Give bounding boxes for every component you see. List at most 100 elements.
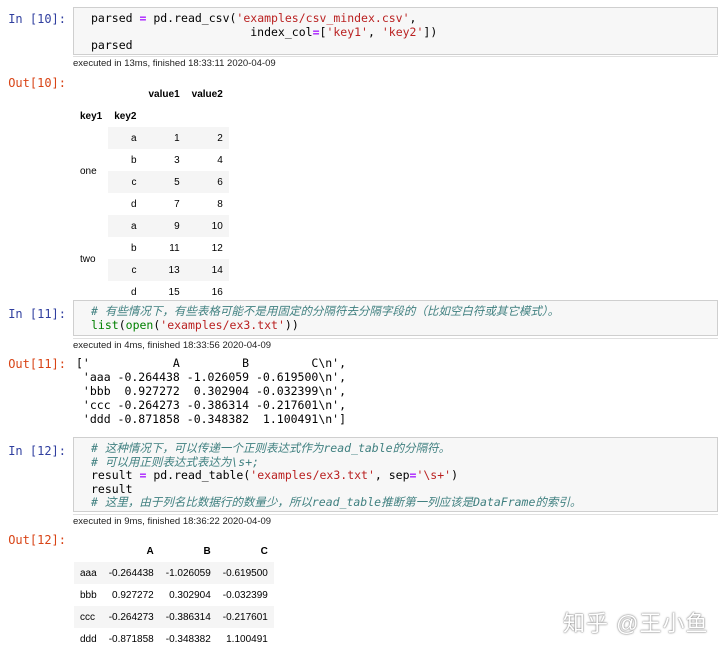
code-line: # 这里，由于列名比数据行的数量少，所以read_table推断第一列应该是Da…: [91, 495, 717, 510]
table-cell: 10: [185, 215, 229, 237]
code-line: # 可以用正则表达式表达为\s+;: [91, 454, 717, 470]
index-name: key2: [114, 110, 137, 122]
code-token: ]): [423, 24, 438, 39]
code-token: parsed: [91, 38, 133, 52]
code-token: parsed: [91, 11, 140, 25]
table-cell: 14: [185, 259, 229, 281]
dataframe-output-10: value1 value2 key1 key2 one a 1 2 b 3 4 c 5 6 d 7 8 t…: [74, 83, 229, 303]
code-token: ): [451, 468, 459, 482]
code-token: # 可以用正则表达式表达为\s+;: [91, 454, 260, 469]
in-prompt-10: In [10]:: [8, 12, 66, 26]
code-line: # 这种情况下，可以传递一个正则表达式作为read_table的分隔符。: [91, 441, 717, 456]
code-token: ,: [367, 24, 382, 39]
code-cell-10[interactable]: parsed = pd.read_csv('examples/csv_minde…: [73, 7, 718, 55]
header-blank: [186, 105, 229, 127]
code-line: index_col=['key1', 'key2']): [91, 24, 717, 40]
table-cell: -0.217601: [216, 606, 274, 628]
index-level2-label: b: [108, 237, 143, 259]
index-level2-label: c: [108, 259, 143, 281]
code-token: ,: [409, 11, 417, 25]
code-cell-12[interactable]: # 这种情况下，可以传递一个正则表达式作为read_table的分隔符。 # 可以…: [73, 437, 718, 512]
code-line: parsed = pd.read_csv('examples/csv_minde…: [91, 11, 717, 26]
out-prompt-10: Out[10]:: [8, 76, 66, 90]
table-cell: -0.264438: [102, 562, 160, 584]
table-cell: -1.026059: [159, 562, 217, 584]
index-level2-label: b: [108, 149, 143, 171]
output-line: 'aaa -0.264438 -1.026059 -0.619500\n',: [76, 370, 347, 384]
row-index-label: bbb: [74, 584, 103, 606]
code-token: pd.read_table(: [146, 468, 251, 482]
index-level2-label: c: [108, 171, 143, 193]
table-cell: -0.386314: [159, 606, 217, 628]
code-editor[interactable]: # 这种情况下，可以传递一个正则表达式作为read_table的分隔符。 # 可以…: [74, 438, 717, 512]
index-level2-label: a: [108, 215, 143, 237]
index-name: key1: [80, 110, 103, 122]
code-token: , sep: [374, 468, 410, 482]
code-cell-11[interactable]: # 有些情况下，有些表格可能不是用固定的分隔符去分隔字段的（比如空白符或其它模式…: [73, 300, 718, 336]
in-prompt-11: In [11]:: [8, 307, 66, 321]
index-level1-label: two: [74, 215, 109, 303]
code-line: result: [91, 481, 717, 497]
header-blank: [143, 105, 186, 127]
code-token: pd.read_csv(: [146, 11, 237, 25]
code-token: # 有些情况下，有些表格可能不是用固定的分隔符去分隔字段的（比如空白符或其它模式…: [91, 304, 560, 318]
text-output-11: [' A B C\n', 'aaa -0.264438 -1.026059 -0…: [76, 356, 346, 426]
table-row: two a 9 10: [74, 215, 229, 303]
code-token: result: [91, 481, 133, 496]
code-token: # 这种情况下，可以传递一个正则表达式作为read_table的分隔符。: [91, 441, 451, 455]
execution-time-12: executed in 9ms, finished 18:36:22 2020-…: [73, 514, 718, 527]
code-token: # 这里，由于列名比数据行的数量少，所以read_table推断第一列应该是Da…: [91, 495, 582, 509]
table-cell: 11: [142, 237, 186, 259]
header-blank: [74, 540, 103, 562]
watermark: 知乎 @王小鱼: [563, 611, 709, 636]
row-index-label: aaa: [74, 562, 103, 584]
table-cell: -0.264273: [102, 606, 160, 628]
header-blank: [74, 83, 108, 105]
code-token: '\s+': [416, 468, 452, 482]
code-editor[interactable]: parsed = pd.read_csv('examples/csv_minde…: [74, 8, 717, 55]
table-cell: 5: [142, 171, 186, 193]
table-cell: 4: [185, 149, 229, 171]
table-cell: -0.032399: [216, 584, 274, 606]
code-token: =: [312, 24, 320, 39]
column-header: C: [260, 545, 268, 557]
table-cell: 0.302904: [159, 584, 217, 606]
column-header: A: [146, 545, 154, 557]
index-level2-label: a: [108, 127, 143, 149]
output-line: 'bbb 0.927272 0.302904 -0.032399\n',: [76, 384, 347, 398]
code-token: (: [118, 317, 126, 332]
index-level1-label: one: [74, 127, 109, 215]
table-cell: 1: [142, 127, 186, 149]
out-prompt-12: Out[12]:: [8, 533, 66, 547]
table-cell: 8: [185, 193, 229, 215]
output-line: 'ccc -0.264273 -0.386314 -0.217601\n',: [76, 398, 347, 412]
output-line: 'ddd -0.871858 -0.348382 1.100491\n']: [76, 412, 347, 426]
code-token: 'key2': [381, 24, 424, 39]
code-line: result = pd.read_table('examples/ex3.txt…: [91, 468, 717, 483]
row-index-label: ccc: [74, 606, 103, 628]
table-row: ccc -0.264273 -0.386314 -0.217601: [74, 606, 274, 628]
code-editor[interactable]: # 有些情况下，有些表格可能不是用固定的分隔符去分隔字段的（比如空白符或其它模式…: [74, 301, 717, 334]
header-blank: [108, 83, 142, 105]
code-token: 'examples/ex3.txt': [250, 468, 375, 482]
column-header: value1: [148, 88, 180, 100]
index-level2-label: d: [108, 193, 143, 215]
code-line: parsed: [91, 38, 717, 53]
execution-time-10: executed in 13ms, finished 18:33:11 2020…: [73, 56, 718, 69]
column-header: value2: [191, 88, 223, 100]
code-token: )): [284, 317, 299, 332]
column-header: B: [203, 545, 211, 557]
code-token: list: [91, 317, 119, 332]
code-token: 'examples/ex3.txt': [160, 317, 285, 332]
code-token: open: [125, 317, 154, 332]
code-token: index_col: [91, 24, 313, 39]
table-cell: 13: [142, 259, 186, 281]
output-line: [' A B C\n',: [76, 356, 347, 370]
table-cell: 6: [185, 171, 229, 193]
table-row: one a 1 2: [74, 127, 229, 215]
table-cell: 7: [142, 193, 186, 215]
code-line: list(open('examples/ex3.txt')): [91, 317, 717, 333]
table-cell: 0.927272: [102, 584, 160, 606]
table-cell: 2: [185, 127, 229, 149]
code-line: # 有些情况下，有些表格可能不是用固定的分隔符去分隔字段的（比如空白符或其它模式…: [91, 304, 717, 319]
